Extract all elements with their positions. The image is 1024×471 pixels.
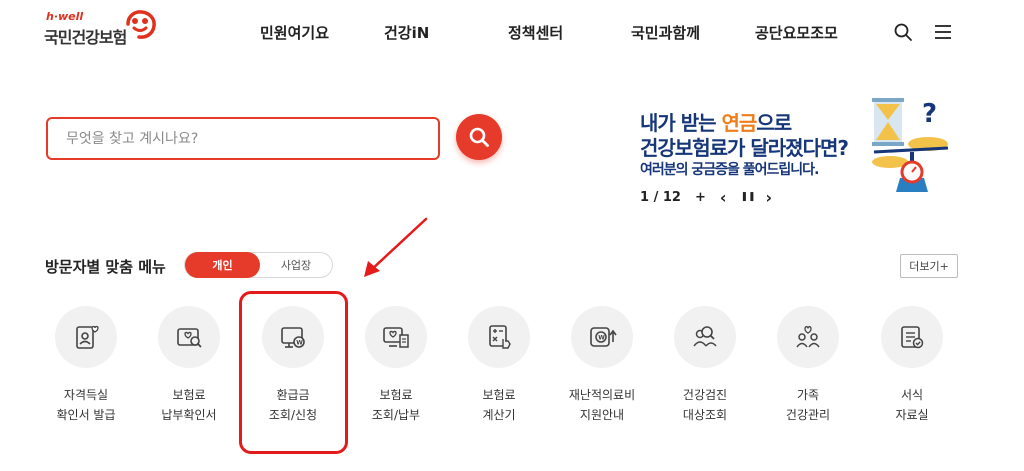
people-search-icon bbox=[693, 326, 717, 347]
search-icon bbox=[469, 127, 489, 147]
site-logo[interactable]: h·well 국민건강보험 bbox=[44, 10, 164, 50]
menu-label-line2: 조회/신청 bbox=[268, 408, 318, 422]
section-title: 방문자별 맞춤 메뉴 bbox=[45, 258, 166, 276]
menu-item-label: 환급금조회/신청 bbox=[243, 385, 343, 425]
menu-icon-circle bbox=[777, 306, 839, 368]
nav-item-policy[interactable]: 정책센터 bbox=[508, 22, 563, 43]
menu-label-line2: 조회/납부 bbox=[371, 408, 421, 422]
menu-item-label: 자격득실확인서 발급 bbox=[36, 385, 136, 425]
id-card-heart-icon bbox=[76, 325, 99, 349]
menu-item-calculator[interactable]: 보험료계산기 bbox=[449, 306, 549, 425]
search-box bbox=[46, 117, 440, 160]
menu-item-label: 보험료계산기 bbox=[449, 385, 549, 425]
menu-label-line2: 건강관리 bbox=[785, 408, 831, 422]
menu-icon-circle bbox=[468, 306, 530, 368]
menu-label-line1: 보험료 bbox=[379, 388, 413, 402]
menu-label-line1: 보험료 bbox=[482, 388, 516, 402]
menu-label-line1: 가족 bbox=[796, 388, 820, 402]
menu-item-label: 서식자료실 bbox=[862, 385, 962, 425]
menu-label-line1: 서식 bbox=[900, 388, 924, 402]
menu-item-family-health[interactable]: 가족건강관리 bbox=[758, 306, 858, 425]
menu-label-line2: 확인서 발급 bbox=[56, 408, 116, 422]
monitor-receipt-icon bbox=[383, 327, 409, 348]
nav-item-civil[interactable]: 민원여기요 bbox=[260, 22, 329, 43]
visitor-type-toggle: 개인 사업장 bbox=[184, 252, 333, 278]
toggle-personal[interactable]: 개인 bbox=[185, 252, 260, 278]
menu-label-line2: 자료실 bbox=[895, 408, 929, 422]
menu-item-forms[interactable]: 서식자료실 bbox=[862, 306, 962, 425]
calculator-icon bbox=[489, 325, 511, 349]
nav-item-together[interactable]: 국민과함께 bbox=[631, 22, 700, 43]
menu-label-line1: 재난적의료비 bbox=[568, 388, 636, 402]
menu-icon-circle: W bbox=[571, 306, 633, 368]
menu-item-label: 보험료납부확인서 bbox=[139, 385, 239, 425]
menu-item-payment-certificate[interactable]: 보험료납부확인서 bbox=[139, 306, 239, 425]
menu-item-qualification[interactable]: 자격득실확인서 발급 bbox=[36, 306, 136, 425]
banner-prev-button[interactable]: ‹ bbox=[720, 188, 727, 207]
menu-item-catastrophic-support[interactable]: W 재난적의료비지원안내 bbox=[552, 306, 652, 425]
toggle-business[interactable]: 사업장 bbox=[260, 253, 332, 277]
menu-item-label: 재난적의료비지원안내 bbox=[552, 385, 652, 425]
menu-label-line1: 보험료 bbox=[172, 388, 206, 402]
menu-icon-circle: W bbox=[262, 306, 324, 368]
menu-item-label: 건강검진대상조회 bbox=[655, 385, 755, 425]
banner-pause-button[interactable]: ❚❚ bbox=[740, 192, 755, 202]
monitor-won-icon: W bbox=[281, 327, 305, 348]
nav-item-health-in[interactable]: 건강iN bbox=[384, 22, 429, 43]
svg-text:W: W bbox=[598, 335, 605, 342]
menu-item-label: 보험료조회/납부 bbox=[346, 385, 446, 425]
banner-subtext: 여러분의 궁금증을 풀어드립니다. bbox=[640, 162, 819, 178]
banner-pager: 1 / 12 bbox=[640, 189, 681, 205]
form-document-icon bbox=[901, 326, 924, 349]
banner-next-button[interactable]: › bbox=[766, 188, 773, 207]
scale-illustration-icon: ? bbox=[872, 98, 949, 192]
menu-icon-circle bbox=[158, 306, 220, 368]
menu-label-line1: 자격득실 bbox=[63, 388, 109, 402]
menu-item-checkup[interactable]: 건강검진대상조회 bbox=[655, 306, 755, 425]
banner-all-button[interactable]: + bbox=[695, 190, 706, 205]
more-button[interactable]: 더보기+ bbox=[900, 254, 958, 278]
family-heart-icon bbox=[796, 326, 820, 348]
search-input[interactable] bbox=[48, 119, 438, 158]
menu-item-premium-payment[interactable]: 보험료조회/납부 bbox=[346, 306, 446, 425]
menu-icon[interactable] bbox=[933, 22, 953, 42]
banner-slider-controls: 1 / 12 + ‹ ❚❚ › bbox=[640, 188, 786, 207]
menu-icon-circle bbox=[674, 306, 736, 368]
menu-label-line2: 지원안내 bbox=[579, 408, 625, 422]
menu-label-line1: 건강검진 bbox=[682, 388, 728, 402]
logo-name-text: 국민건강보험 bbox=[44, 28, 127, 47]
menu-label-line2: 납부확인서 bbox=[161, 408, 217, 422]
menu-item-label: 가족건강관리 bbox=[758, 385, 858, 425]
menu-label-line2: 계산기 bbox=[482, 408, 516, 422]
menu-icon-circle bbox=[365, 306, 427, 368]
banner-headline-2[interactable]: 건강보험료가 달라졌다면? bbox=[640, 132, 849, 161]
svg-text:?: ? bbox=[922, 99, 937, 129]
menu-icon-circle bbox=[881, 306, 943, 368]
won-support-icon: W bbox=[590, 327, 617, 347]
menu-icon-circle bbox=[55, 306, 117, 368]
annotation-arrow-icon bbox=[364, 217, 428, 277]
menu-label-line2: 대상조회 bbox=[682, 408, 728, 422]
search-icon[interactable] bbox=[893, 22, 913, 42]
menu-label-line1: 환급금 bbox=[276, 388, 310, 402]
logo-hwell-text: h·well bbox=[46, 10, 84, 23]
search-button[interactable] bbox=[456, 114, 502, 160]
nav-item-about[interactable]: 공단요모조모 bbox=[755, 22, 838, 43]
svg-text:W: W bbox=[296, 340, 303, 347]
logo-mark-icon bbox=[126, 10, 156, 39]
document-search-icon bbox=[177, 328, 202, 348]
menu-item-refund[interactable]: W 환급금조회/신청 bbox=[243, 306, 343, 425]
